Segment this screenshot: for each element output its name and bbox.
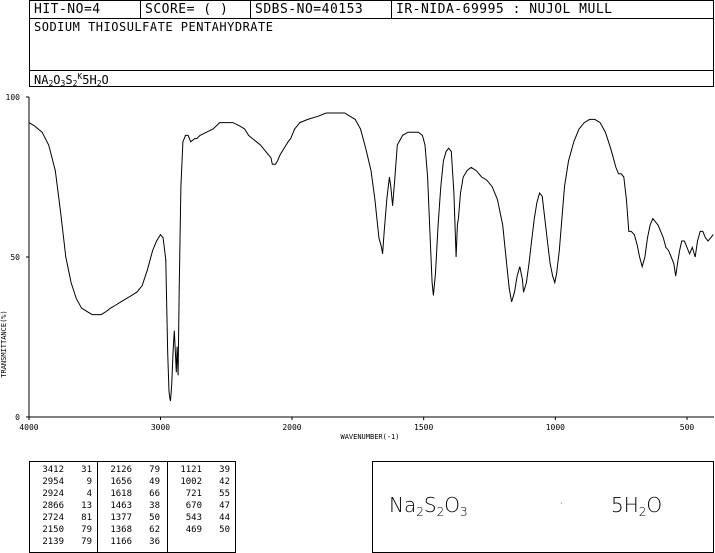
peak-column-1: 3412 31 2954 9 2924 4 2866 13 2724 81 2150 79 2139 79 <box>30 462 98 552</box>
peak-wavenumber: 2126 <box>110 465 132 475</box>
x-axis-label: WAVENUMBER(-1) <box>340 433 399 441</box>
ir-nida-info: IR-NIDA-69995 : NUJOL MULL <box>396 2 613 17</box>
peak-wavenumber: 2954 <box>42 477 64 487</box>
axis-frame <box>28 97 714 418</box>
peak-transmittance: 36 <box>149 537 160 547</box>
formula-part: S <box>65 73 73 87</box>
structure-formula-left: Na2S2O3 <box>389 493 468 519</box>
peak-transmittance: 42 <box>219 477 230 487</box>
peak-column-3: 1121 39 1002 42 721 55 670 47 543 44 469 50 <box>168 462 236 552</box>
peak-wavenumber: 1463 <box>110 501 132 511</box>
structure-subscript: 3 <box>459 505 468 519</box>
structure-part: S <box>423 493 437 517</box>
peak-wavenumber: 1166 <box>110 537 132 547</box>
peak-transmittance: 38 <box>149 501 160 511</box>
peak-column-2: 2126 79 1656 49 1618 66 1463 38 1377 50 1368 62 1166… <box>98 462 168 552</box>
peak-transmittance: 62 <box>149 525 160 535</box>
spectrum-header: HIT-NO=4 SCORE= ( ) SDBS-NO=40153 IR-NID… <box>29 0 714 88</box>
peak-transmittance: 31 <box>81 465 92 475</box>
peak-wavenumber: 2724 <box>42 513 64 523</box>
chart-axes <box>28 97 714 418</box>
peak-wavenumber: 543 <box>185 513 202 523</box>
structure-part: O <box>444 493 460 517</box>
peak-wavenumber: 1002 <box>180 477 202 487</box>
x-tick-label: 3000 <box>151 423 170 432</box>
header-row: HIT-NO=4 SCORE= ( ) SDBS-NO=40153 IR-NID… <box>30 1 713 19</box>
structure-part: Na <box>389 493 417 517</box>
peak-wavenumber: 3412 <box>42 465 64 475</box>
peak-wavenumber: 2866 <box>42 501 64 511</box>
compound-name: SODIUM THIOSULFATE PENTAHYDRATE <box>34 20 274 34</box>
peak-transmittance: 50 <box>149 513 160 523</box>
structure-part: O <box>646 493 663 517</box>
transmittance-series-line <box>28 112 714 402</box>
y-axis-label: TRANSMITTANCE(%) <box>0 310 8 377</box>
peak-wavenumber: 2139 <box>42 537 64 547</box>
peak-transmittance: 47 <box>219 501 230 511</box>
peak-transmittance: 79 <box>149 465 160 475</box>
peak-transmittance: 79 <box>81 525 92 535</box>
peak-wavenumber: 1656 <box>110 477 132 487</box>
structure-part: 5H <box>611 493 639 517</box>
peak-wavenumber: 670 <box>185 501 202 511</box>
peak-wavenumber: 1368 <box>110 525 132 535</box>
hydrate-dot: · <box>559 496 564 512</box>
peak-transmittance: 44 <box>219 513 230 523</box>
peak-wavenumber: 2150 <box>42 525 64 535</box>
y-tick-label: 50 <box>10 253 20 262</box>
peak-transmittance: 4 <box>86 489 92 499</box>
peak-wavenumber: 469 <box>185 525 202 535</box>
x-tick-label: 500 <box>680 423 695 432</box>
formula-part: NA <box>34 73 49 87</box>
formula-row: NA2O3S2K5H2O <box>30 70 713 88</box>
x-tick-label: 2000 <box>282 423 301 432</box>
hit-number: HIT-NO=4 <box>30 1 141 18</box>
structure-subscript: 2 <box>416 505 424 519</box>
x-tick-label: 1000 <box>546 423 565 432</box>
x-tick-label: 1500 <box>414 423 433 432</box>
peak-wavenumber: 1121 <box>180 465 202 475</box>
peak-wavenumber: 721 <box>185 489 202 499</box>
score: SCORE= ( ) <box>141 1 251 18</box>
y-tick-label: 0 <box>15 413 20 422</box>
formula-part: 5H <box>82 73 97 87</box>
peak-transmittance: 49 <box>149 477 160 487</box>
peak-wavenumber: 1377 <box>110 513 132 523</box>
peak-transmittance: 39 <box>219 465 230 475</box>
peak-transmittance: 50 <box>219 525 230 535</box>
peak-transmittance: 81 <box>81 513 92 523</box>
peak-table: 3412 31 2954 9 2924 4 2866 13 2724 81 2150 79 2139 79… <box>29 461 236 553</box>
sdbs-number: SDBS-NO=40153 <box>251 1 392 18</box>
x-tick-label: 4000 <box>19 423 38 432</box>
peak-wavenumber: 1618 <box>110 489 132 499</box>
molecular-formula: NA2O3S2K5H2O <box>34 72 109 88</box>
structure-formula-right: 5H2O <box>611 493 662 519</box>
peak-transmittance: 55 <box>219 489 230 499</box>
y-tick-label: 100 <box>6 93 21 102</box>
chart-ticks: 4000 3000 2000 1500 1000 500 0 50 100 <box>6 93 695 432</box>
formula-part: O <box>101 73 109 87</box>
peak-wavenumber: 2924 <box>42 489 64 499</box>
structure-box: Na2S2O3 · 5H2O <box>372 461 714 553</box>
ir-spectrum-chart: 4000 3000 2000 1500 1000 500 0 50 100 WAVENUMBER… <box>0 93 714 441</box>
peak-transmittance: 13 <box>81 501 92 511</box>
peak-transmittance: 9 <box>86 477 92 487</box>
formula-part: O <box>53 73 61 87</box>
peak-transmittance: 79 <box>81 537 92 547</box>
peak-transmittance: 66 <box>149 489 160 499</box>
